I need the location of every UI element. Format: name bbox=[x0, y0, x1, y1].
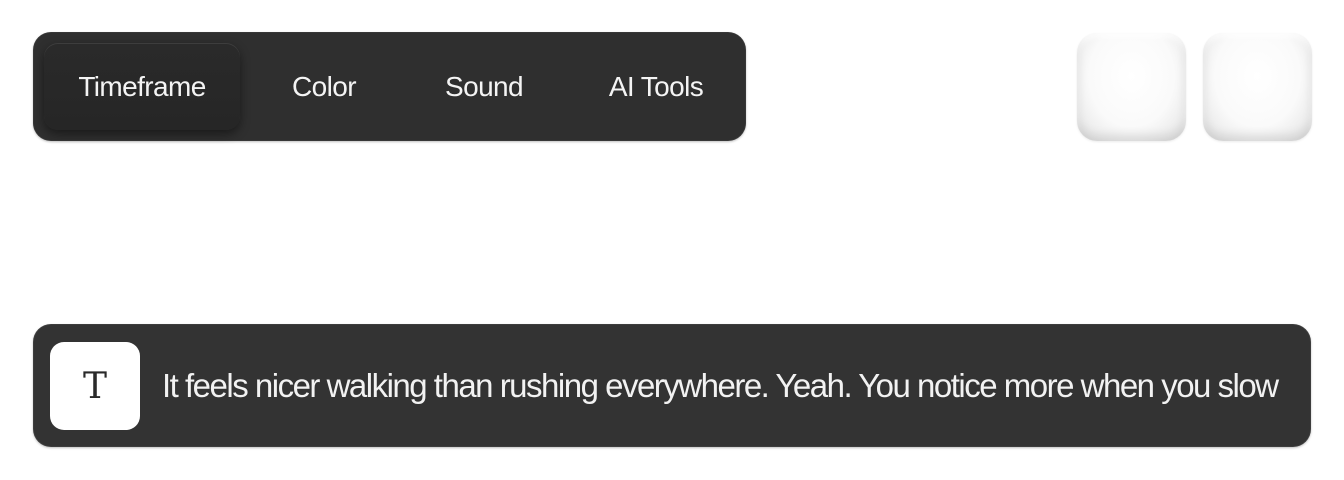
tab-color[interactable]: Color bbox=[259, 43, 389, 130]
transcript-bar: T It feels nicer walking than rushing ev… bbox=[33, 324, 1311, 447]
white-key-button-1[interactable] bbox=[1077, 33, 1186, 141]
text-icon[interactable]: T bbox=[50, 342, 140, 430]
tab-timeframe[interactable]: Timeframe bbox=[44, 43, 240, 130]
segmented-tab-bar: Timeframe Color Sound AI Tools bbox=[33, 32, 746, 141]
tab-sound[interactable]: Sound bbox=[417, 43, 551, 130]
white-key-button-2[interactable] bbox=[1203, 33, 1312, 141]
canvas: Timeframe Color Sound AI Tools T It feel… bbox=[0, 0, 1344, 480]
transcript-text: It feels nicer walking than rushing ever… bbox=[162, 366, 1279, 404]
tab-ai-tools[interactable]: AI Tools bbox=[581, 43, 731, 130]
